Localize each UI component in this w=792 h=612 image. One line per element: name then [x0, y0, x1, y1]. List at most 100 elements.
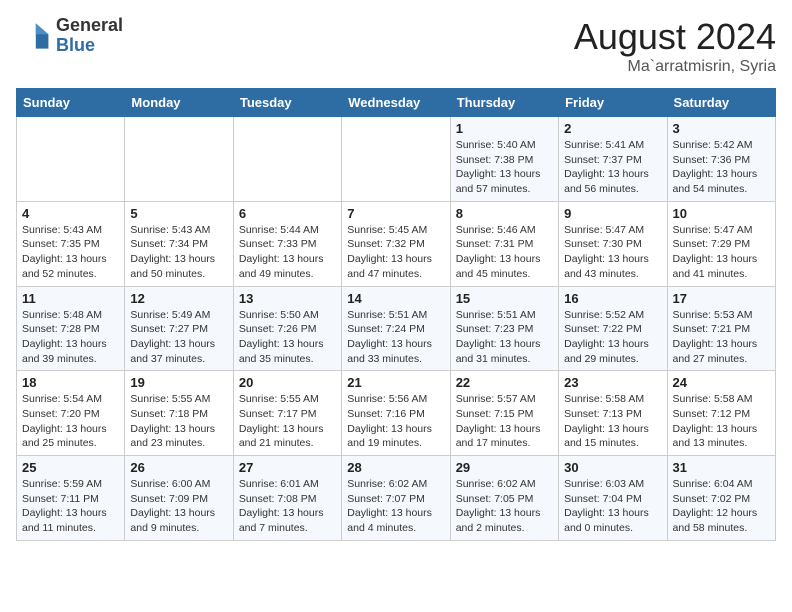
calendar-cell: 14 Sunrise: 5:51 AMSunset: 7:24 PMDayligh…: [342, 286, 450, 371]
calendar-cell: 23 Sunrise: 5:58 AMSunset: 7:13 PMDayligh…: [559, 371, 667, 456]
day-detail: Sunrise: 5:51 AMSunset: 7:23 PMDaylight:…: [456, 308, 553, 367]
calendar-cell: 12 Sunrise: 5:49 AMSunset: 7:27 PMDayligh…: [125, 286, 233, 371]
calendar-cell: 11Sunrise: 5:48 AMSunset: 7:28 PMDayligh…: [17, 286, 125, 371]
day-number: 25: [22, 460, 119, 475]
day-number: 6: [239, 206, 336, 221]
day-number: 24: [673, 375, 770, 390]
day-number: 27: [239, 460, 336, 475]
calendar-cell: 7 Sunrise: 5:45 AMSunset: 7:32 PMDaylight…: [342, 201, 450, 286]
calendar-cell: 10 Sunrise: 5:47 AMSunset: 7:29 PMDayligh…: [667, 201, 775, 286]
logo-general-text: General: [56, 16, 123, 36]
day-detail: Sunrise: 5:49 AMSunset: 7:27 PMDaylight:…: [130, 308, 227, 367]
day-number: 12: [130, 291, 227, 306]
day-detail: Sunrise: 5:56 AMSunset: 7:16 PMDaylight:…: [347, 392, 444, 451]
day-number: 16: [564, 291, 661, 306]
weekday-header-thursday: Thursday: [450, 89, 558, 117]
day-detail: Sunrise: 5:43 AMSunset: 7:34 PMDaylight:…: [130, 223, 227, 282]
calendar-cell: 19 Sunrise: 5:55 AMSunset: 7:18 PMDayligh…: [125, 371, 233, 456]
day-detail: Sunrise: 5:57 AMSunset: 7:15 PMDaylight:…: [456, 392, 553, 451]
calendar-cell: 20 Sunrise: 5:55 AMSunset: 7:17 PMDayligh…: [233, 371, 341, 456]
calendar-cell: 28 Sunrise: 6:02 AMSunset: 7:07 PMDayligh…: [342, 456, 450, 541]
calendar-title: August 2024: [574, 16, 776, 58]
calendar-week-3: 11Sunrise: 5:48 AMSunset: 7:28 PMDayligh…: [17, 286, 776, 371]
calendar-cell: 26 Sunrise: 6:00 AMSunset: 7:09 PMDayligh…: [125, 456, 233, 541]
calendar-cell: 2 Sunrise: 5:41 AMSunset: 7:37 PMDaylight…: [559, 117, 667, 202]
day-detail: Sunrise: 5:55 AMSunset: 7:17 PMDaylight:…: [239, 392, 336, 451]
day-detail: Sunrise: 5:46 AMSunset: 7:31 PMDaylight:…: [456, 223, 553, 282]
day-detail: Sunrise: 5:44 AMSunset: 7:33 PMDaylight:…: [239, 223, 336, 282]
weekday-header-sunday: Sunday: [17, 89, 125, 117]
day-detail: Sunrise: 5:58 AMSunset: 7:12 PMDaylight:…: [673, 392, 770, 451]
day-number: 26: [130, 460, 227, 475]
calendar-cell: 21 Sunrise: 5:56 AMSunset: 7:16 PMDayligh…: [342, 371, 450, 456]
calendar-cell: 9Sunrise: 5:47 AMSunset: 7:30 PMDaylight…: [559, 201, 667, 286]
day-detail: Sunrise: 6:00 AMSunset: 7:09 PMDaylight:…: [130, 477, 227, 536]
day-number: 21: [347, 375, 444, 390]
day-number: 7: [347, 206, 444, 221]
day-number: 31: [673, 460, 770, 475]
day-detail: Sunrise: 5:51 AMSunset: 7:24 PMDaylight:…: [347, 308, 444, 367]
day-detail: Sunrise: 5:45 AMSunset: 7:32 PMDaylight:…: [347, 223, 444, 282]
calendar-cell: 17Sunrise: 5:53 AMSunset: 7:21 PMDayligh…: [667, 286, 775, 371]
calendar-table: SundayMondayTuesdayWednesdayThursdayFrid…: [16, 88, 776, 541]
day-detail: Sunrise: 5:48 AMSunset: 7:28 PMDaylight:…: [22, 308, 119, 367]
calendar-cell: [17, 117, 125, 202]
day-detail: Sunrise: 5:55 AMSunset: 7:18 PMDaylight:…: [130, 392, 227, 451]
day-detail: Sunrise: 5:42 AMSunset: 7:36 PMDaylight:…: [673, 138, 770, 197]
day-detail: Sunrise: 5:40 AMSunset: 7:38 PMDaylight:…: [456, 138, 553, 197]
calendar-cell: 29Sunrise: 6:02 AMSunset: 7:05 PMDayligh…: [450, 456, 558, 541]
logo-blue-text: Blue: [56, 36, 123, 56]
calendar-cell: 5 Sunrise: 5:43 AMSunset: 7:34 PMDaylight…: [125, 201, 233, 286]
calendar-cell: 18Sunrise: 5:54 AMSunset: 7:20 PMDayligh…: [17, 371, 125, 456]
calendar-cell: [342, 117, 450, 202]
day-detail: Sunrise: 5:47 AMSunset: 7:29 PMDaylight:…: [673, 223, 770, 282]
title-block: August 2024 Ma`arratmisrin, Syria: [574, 16, 776, 76]
day-number: 14: [347, 291, 444, 306]
weekday-header-tuesday: Tuesday: [233, 89, 341, 117]
day-number: 19: [130, 375, 227, 390]
calendar-cell: 30 Sunrise: 6:03 AMSunset: 7:04 PMDayligh…: [559, 456, 667, 541]
logo: General Blue: [16, 16, 123, 56]
day-number: 4: [22, 206, 119, 221]
day-number: 22: [456, 375, 553, 390]
day-number: 10: [673, 206, 770, 221]
weekday-header-row: SundayMondayTuesdayWednesdayThursdayFrid…: [17, 89, 776, 117]
day-number: 29: [456, 460, 553, 475]
day-number: 28: [347, 460, 444, 475]
calendar-cell: 8Sunrise: 5:46 AMSunset: 7:31 PMDaylight…: [450, 201, 558, 286]
calendar-location: Ma`arratmisrin, Syria: [574, 58, 776, 76]
day-detail: Sunrise: 5:43 AMSunset: 7:35 PMDaylight:…: [22, 223, 119, 282]
calendar-cell: 25Sunrise: 5:59 AMSunset: 7:11 PMDayligh…: [17, 456, 125, 541]
day-number: 18: [22, 375, 119, 390]
day-detail: Sunrise: 6:01 AMSunset: 7:08 PMDaylight:…: [239, 477, 336, 536]
day-detail: Sunrise: 6:03 AMSunset: 7:04 PMDaylight:…: [564, 477, 661, 536]
calendar-cell: 13Sunrise: 5:50 AMSunset: 7:26 PMDayligh…: [233, 286, 341, 371]
day-number: 13: [239, 291, 336, 306]
calendar-cell: 27 Sunrise: 6:01 AMSunset: 7:08 PMDayligh…: [233, 456, 341, 541]
day-detail: Sunrise: 5:58 AMSunset: 7:13 PMDaylight:…: [564, 392, 661, 451]
day-detail: Sunrise: 6:02 AMSunset: 7:07 PMDaylight:…: [347, 477, 444, 536]
logo-icon: [16, 18, 52, 54]
calendar-week-4: 18Sunrise: 5:54 AMSunset: 7:20 PMDayligh…: [17, 371, 776, 456]
calendar-cell: 3 Sunrise: 5:42 AMSunset: 7:36 PMDaylight…: [667, 117, 775, 202]
day-number: 1: [456, 121, 553, 136]
calendar-cell: 6 Sunrise: 5:44 AMSunset: 7:33 PMDaylight…: [233, 201, 341, 286]
day-detail: Sunrise: 5:52 AMSunset: 7:22 PMDaylight:…: [564, 308, 661, 367]
weekday-header-monday: Monday: [125, 89, 233, 117]
calendar-week-5: 25Sunrise: 5:59 AMSunset: 7:11 PMDayligh…: [17, 456, 776, 541]
day-number: 23: [564, 375, 661, 390]
day-detail: Sunrise: 5:47 AMSunset: 7:30 PMDaylight:…: [564, 223, 661, 282]
calendar-cell: 4 Sunrise: 5:43 AMSunset: 7:35 PMDaylight…: [17, 201, 125, 286]
day-number: 3: [673, 121, 770, 136]
day-number: 30: [564, 460, 661, 475]
day-detail: Sunrise: 5:41 AMSunset: 7:37 PMDaylight:…: [564, 138, 661, 197]
calendar-week-2: 4 Sunrise: 5:43 AMSunset: 7:35 PMDaylight…: [17, 201, 776, 286]
day-number: 2: [564, 121, 661, 136]
day-number: 17: [673, 291, 770, 306]
calendar-week-1: 1 Sunrise: 5:40 AMSunset: 7:38 PMDaylight…: [17, 117, 776, 202]
day-number: 15: [456, 291, 553, 306]
calendar-cell: 1 Sunrise: 5:40 AMSunset: 7:38 PMDaylight…: [450, 117, 558, 202]
day-detail: Sunrise: 6:04 AMSunset: 7:02 PMDaylight:…: [673, 477, 770, 536]
day-number: 20: [239, 375, 336, 390]
day-number: 5: [130, 206, 227, 221]
